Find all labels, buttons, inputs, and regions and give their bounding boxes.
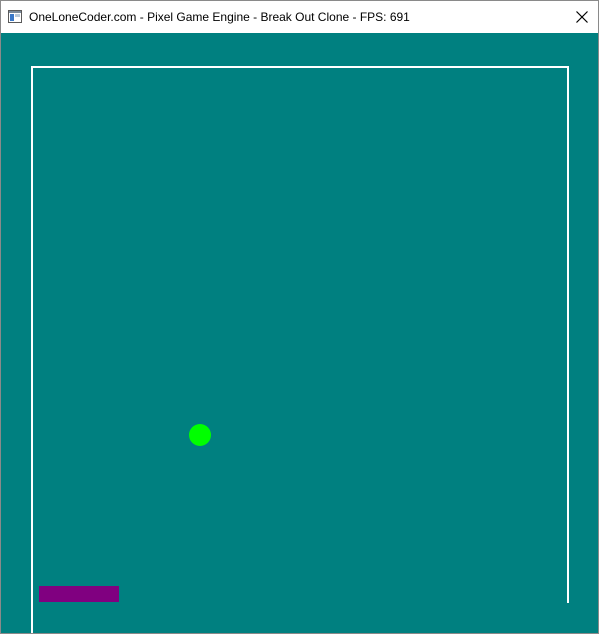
close-icon bbox=[576, 11, 588, 23]
window-app-icon bbox=[8, 10, 22, 23]
title-bar[interactable]: OneLoneCoder.com - Pixel Game Engine - B… bbox=[1, 1, 598, 33]
left-wall bbox=[31, 66, 33, 633]
window-title: OneLoneCoder.com - Pixel Game Engine - B… bbox=[29, 10, 410, 24]
top-wall bbox=[31, 66, 569, 68]
game-window: OneLoneCoder.com - Pixel Game Engine - B… bbox=[0, 0, 599, 634]
right-wall bbox=[567, 66, 569, 603]
ball bbox=[189, 424, 211, 446]
paddle[interactable] bbox=[39, 586, 119, 602]
game-canvas[interactable] bbox=[1, 33, 598, 633]
close-button[interactable] bbox=[566, 1, 598, 33]
